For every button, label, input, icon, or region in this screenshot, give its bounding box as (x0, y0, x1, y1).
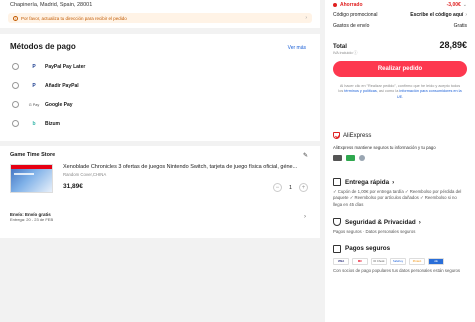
shipping-address: Chapinería, Madrid, Spain, 28001 (10, 2, 93, 8)
security-block: Seguridad & Privacidad › Pagos seguros · … (333, 218, 467, 235)
chevron-right-icon[interactable]: › (304, 214, 306, 220)
trust-badges (333, 155, 467, 161)
aliexpress-brand: AliExpress (333, 132, 467, 139)
chevron-right-icon: › (392, 178, 395, 186)
payment-option-label: PayPal Pay Later (45, 63, 86, 70)
coupon-input[interactable]: Escribe el código aquí › (410, 12, 467, 18)
product-image[interactable] (10, 164, 53, 193)
payment-option-label: Bizum (45, 120, 60, 127)
payment-option-add-paypal[interactable]: P Añadir PayPal (10, 76, 310, 95)
payment-logos: VISA MC ID Check SafeKey Protect AE (333, 257, 467, 265)
product-price: 31,89€ (63, 183, 83, 190)
legal-text: Al hacer clic en "Realizar pedido", conf… (338, 84, 462, 99)
terms-link[interactable]: términos y políticas (344, 89, 377, 93)
lock-icon (333, 244, 341, 253)
radio-button[interactable] (12, 120, 19, 127)
chevron-down-icon: ⌄ (462, 1, 467, 8)
badge-icon (346, 155, 355, 161)
increase-quantity-button[interactable]: + (299, 183, 308, 192)
google-pay-icon: G Pay (28, 102, 40, 107)
store-name: Game Time Store (10, 152, 56, 158)
payment-option-label: Google Pay (45, 101, 73, 108)
payment-option-label: Añadir PayPal (45, 82, 79, 89)
cover-art (14, 173, 34, 175)
savings-row[interactable]: Ahorrado -3,00€ ⌄ (333, 0, 467, 9)
address-warning-text: Por favor, actualiza tu dirección para r… (21, 15, 127, 21)
savings-icon (333, 2, 337, 7)
edit-icon[interactable]: ✎ (303, 152, 308, 159)
fast-delivery-block: Entrega rápida › ✓ Cupón de 1,00€ por ent… (333, 178, 467, 208)
mastercard-logo: MC (352, 257, 368, 265)
product-title[interactable]: Xenoblade Chronicles 3 ofertas de juegos… (63, 164, 313, 170)
coupon-placeholder: Escribe el código aquí (410, 11, 464, 18)
checkout-left-column: Chapinería, Madrid, Spain, 28001 ! Por f… (0, 0, 320, 238)
payment-option-paypal-later[interactable]: P PayPal Pay Later (10, 57, 310, 76)
secure-payments-block: Pagos seguros VISA MC ID Check SafeKey P… (333, 244, 467, 274)
info-icon: ! (13, 15, 18, 21)
radio-button[interactable] (12, 101, 19, 108)
product-variant: Random Cover,CHINA (63, 172, 107, 177)
bizum-icon: b (32, 120, 36, 127)
address-warning[interactable]: ! Por favor, actualiza tu dirección para… (8, 13, 312, 23)
payment-more-link[interactable]: Ver más (288, 45, 306, 51)
chevron-right-icon: › (305, 15, 307, 21)
paypal-icon: P (32, 82, 36, 89)
store-section: Game Time Store ✎ Xenoblade Chronicles 3… (0, 146, 320, 238)
shield-check-icon (333, 218, 341, 227)
chevron-right-icon: › (418, 218, 421, 226)
payment-option-bizum[interactable]: b Bizum (10, 114, 310, 133)
safekey-logo: SafeKey (390, 257, 406, 265)
total-row: Total 28,89€ (333, 40, 467, 50)
checkout-right-column: Ahorrado -3,00€ ⌄ Código promocional Escr… (325, 0, 475, 322)
chevron-right-icon: › (465, 11, 467, 18)
savings-value: -3,00€ (446, 1, 461, 8)
shipping-cost-label: Gastos de envío (333, 22, 370, 29)
address-section: Chapinería, Madrid, Spain, 28001 ! Por f… (0, 0, 320, 28)
payment-option-google-pay[interactable]: G Pay Google Pay (10, 95, 310, 114)
security-title[interactable]: Seguridad & Privacidad › (333, 218, 467, 227)
truck-icon (333, 178, 341, 186)
amex-logo: AE (428, 257, 444, 265)
badge-icon (333, 155, 342, 161)
vat-note: IVA incluido ⓘ (333, 51, 358, 55)
switch-banner (11, 165, 52, 169)
payment-methods-section: Métodos de pago Ver más P PayPal Pay Lat… (0, 34, 320, 141)
security-desc: Pagos seguros · Datos personales seguros (333, 229, 416, 235)
shipping-cost-row: Gastos de envío Gratis (333, 20, 467, 31)
total-label: Total (333, 44, 347, 50)
visa-logo: VISA (333, 257, 349, 265)
coupon-row: Código promocional Escribe el código aqu… (333, 9, 467, 20)
savings-label: Ahorrado (340, 1, 363, 8)
shipping-cost-value: Gratis (453, 22, 467, 29)
total-value: 28,89€ (439, 40, 467, 50)
radio-button[interactable] (12, 82, 19, 89)
secure-payments-desc: Con socios de pago populares tus datos p… (333, 267, 461, 273)
quantity-stepper: − 1 + (272, 183, 308, 192)
fast-delivery-title[interactable]: Entrega rápida › (333, 178, 467, 186)
decrease-quantity-button[interactable]: − (272, 183, 282, 192)
quantity-value: 1 (288, 184, 292, 191)
order-summary: Ahorrado -3,00€ ⌄ Código promocional Escr… (325, 0, 475, 145)
payment-methods-title: Métodos de pago (10, 42, 76, 51)
trust-text: AliExpress mantiene seguros tu informaci… (333, 145, 436, 150)
id-check-logo: ID Check (371, 257, 387, 265)
fast-delivery-desc: ✓ Cupón de 1,00€ por entrega tardía ✓ Re… (333, 189, 462, 207)
brand-name: AliExpress (343, 132, 372, 139)
badge-icon (359, 155, 365, 161)
coupon-label: Código promocional (333, 11, 378, 18)
protect-logo: Protect (409, 257, 425, 265)
secure-payments-title: Pagos seguros (333, 244, 467, 253)
radio-button[interactable] (12, 63, 19, 70)
eu-consumer-info-link[interactable]: información para consumidores en la UE. (397, 89, 462, 98)
delivery-date: Entrega: 20 - 23 de FEB (10, 217, 54, 222)
paypal-icon: P (32, 63, 36, 70)
trust-section: AliExpress AliExpress mantiene seguros t… (325, 126, 475, 322)
place-order-button[interactable]: Realizar pedido (333, 61, 467, 77)
info-icon[interactable]: ⓘ (354, 51, 358, 55)
shield-icon (333, 132, 340, 139)
